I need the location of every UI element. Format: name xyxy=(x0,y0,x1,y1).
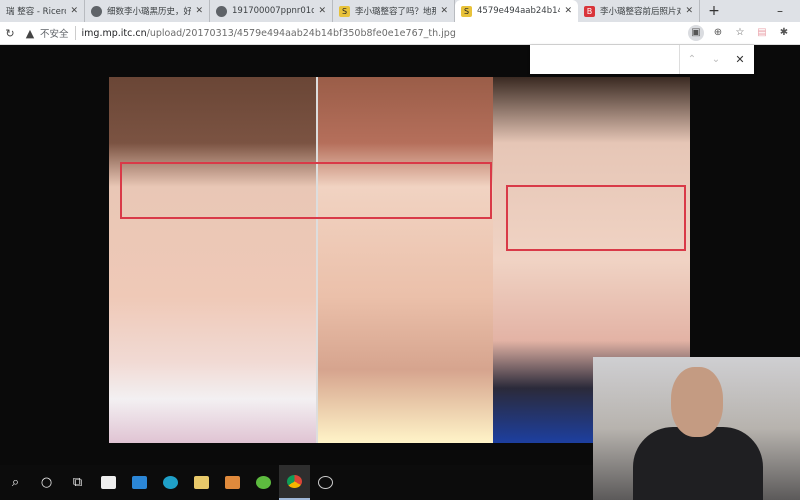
extension-icon[interactable]: ▤ xyxy=(754,25,770,41)
site-icon: S xyxy=(339,5,350,17)
tab-strip: 瑞 整容 - Ricerca✕ 细数李小璐黑历史，好✕ 191700007ppn… xyxy=(0,0,800,22)
warning-icon[interactable]: ▲ xyxy=(20,27,40,40)
obs-icon[interactable] xyxy=(310,465,341,500)
tab-5-active[interactable]: S 4579e494aab24b14b ✕ xyxy=(455,0,578,22)
tab-4[interactable]: S 李小璐整容了吗？地那 ✕ xyxy=(333,0,455,22)
new-tab-button[interactable]: + xyxy=(700,0,728,22)
highlight-box xyxy=(506,185,686,251)
globe-icon xyxy=(91,5,102,17)
tab-3[interactable]: 191700007ppnr01q ✕ xyxy=(210,0,333,22)
site-icon: S xyxy=(461,5,472,17)
globe-icon xyxy=(216,5,227,17)
photo-panel-1 xyxy=(109,77,316,443)
store-icon[interactable] xyxy=(93,465,124,500)
find-input[interactable] xyxy=(530,45,680,74)
app-icon[interactable] xyxy=(217,465,248,500)
taskbar: ⌕ ○ ⧉ xyxy=(0,465,593,500)
chevron-down-icon[interactable]: ⌄ xyxy=(704,54,728,65)
chrome-icon[interactable] xyxy=(279,465,310,500)
highlight-box xyxy=(120,162,492,219)
site-red-icon: B xyxy=(584,5,595,17)
task-view-icon[interactable]: ⧉ xyxy=(62,465,93,500)
tab-2[interactable]: 细数李小璐黑历史，好 ✕ xyxy=(85,0,210,22)
tab-1[interactable]: 瑞 整容 - Ricerca✕ xyxy=(0,0,85,22)
wechat-icon[interactable] xyxy=(248,465,279,500)
minimize-button[interactable]: – xyxy=(760,0,800,22)
puzzle-icon[interactable]: ✱ xyxy=(776,25,792,41)
close-icon[interactable]: ✕ xyxy=(564,6,572,16)
url-input[interactable]: img.mp.itc.cn/upload/20170313/4579e494aa… xyxy=(82,28,456,39)
star-icon[interactable]: ☆ xyxy=(732,25,748,41)
tab-6[interactable]: B 李小璐整容前后照片对 ✕ xyxy=(578,0,700,22)
cortana-icon[interactable]: ○ xyxy=(31,465,62,500)
search-icon[interactable]: ⌕ xyxy=(0,465,31,500)
close-icon[interactable]: ✕ xyxy=(195,6,203,16)
close-icon[interactable]: ✕ xyxy=(685,6,693,16)
photo-panel-2 xyxy=(316,77,493,443)
webcam-overlay xyxy=(593,357,800,500)
close-icon[interactable]: ✕ xyxy=(728,53,752,66)
chevron-up-icon[interactable]: ⌃ xyxy=(680,54,704,65)
address-bar: ↻ ▲ 不安全 img.mp.itc.cn/upload/20170313/45… xyxy=(0,22,800,45)
file-explorer-icon[interactable] xyxy=(186,465,217,500)
reload-icon[interactable]: ↻ xyxy=(0,27,20,40)
edge-icon[interactable] xyxy=(155,465,186,500)
close-icon[interactable]: ✕ xyxy=(70,6,78,16)
page-icon[interactable]: ▣ xyxy=(688,25,704,41)
close-icon[interactable]: ✕ xyxy=(318,6,326,16)
find-bar: ⌃ ⌄ ✕ xyxy=(530,45,754,74)
security-label[interactable]: 不安全 xyxy=(40,26,76,40)
close-icon[interactable]: ✕ xyxy=(440,6,448,16)
zoom-icon[interactable]: ⊕ xyxy=(710,25,726,41)
mail-icon[interactable] xyxy=(124,465,155,500)
